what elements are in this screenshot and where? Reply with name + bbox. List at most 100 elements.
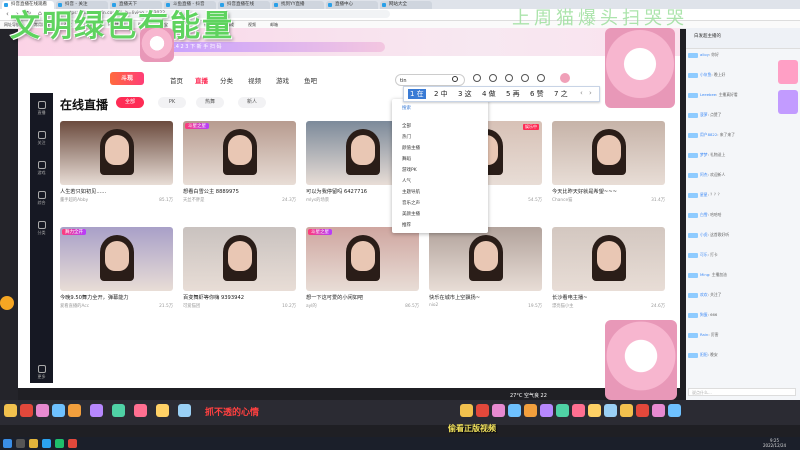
gift-icon[interactable] [556, 404, 569, 417]
gift-icon[interactable] [668, 404, 681, 417]
gift-icon[interactable] [20, 404, 33, 417]
gift-icon[interactable] [4, 404, 17, 417]
card-host[interactable]: 天丝不胖是 [183, 198, 204, 203]
history-icon[interactable] [473, 74, 481, 82]
suggestion-item[interactable]: 美颜主播 [402, 211, 420, 217]
gift-icon[interactable] [492, 404, 505, 417]
gift-icon[interactable] [476, 404, 489, 417]
fan-badge-icon[interactable] [778, 60, 798, 84]
chat-username[interactable]: 星星 [700, 192, 708, 197]
card-title[interactable]: 长沙看电主播~ [552, 294, 665, 301]
stream-thumbnail[interactable] [183, 227, 296, 291]
sidebar-item-game[interactable]: 游戏 [33, 159, 50, 176]
filter-pk[interactable]: PK [158, 97, 186, 108]
suggestion-item[interactable]: 搜索 [402, 105, 411, 111]
gift-icon[interactable] [178, 404, 191, 417]
ime-prev-icon[interactable]: ‹ [580, 89, 583, 97]
chat-username[interactable]: 用户8822 [700, 132, 717, 137]
sidebar-item-general[interactable]: 综合 [33, 189, 50, 206]
stream-card[interactable]: 百变舞虾等你嗨 9393942 可爱猫团 10.2万 [183, 227, 296, 324]
chat-username[interactable]: 阳阳 [700, 352, 708, 357]
stream-thumbnail[interactable]: 斗星之星 [183, 121, 296, 185]
filter-all[interactable]: 全部 [116, 97, 144, 108]
card-host[interactable]: 爱看直播的Acc [60, 304, 89, 309]
chat-username[interactable]: 欢欢 [700, 292, 708, 297]
nav-live[interactable]: 直播 [195, 75, 208, 85]
stream-card[interactable]: 今天比昨天好就是希望~~~ Chance猫 31.4万 [552, 121, 665, 218]
back-icon[interactable]: ‹ [6, 10, 9, 18]
gift-icon[interactable] [636, 404, 649, 417]
gift-icon[interactable] [540, 404, 553, 417]
sidebar-item-more[interactable]: 更多 [33, 363, 50, 380]
card-title[interactable]: 想看白雪公主 8889975 [183, 188, 296, 195]
ime-candidate[interactable]: 3 这 [458, 89, 472, 99]
ime-candidate[interactable]: 5 再 [506, 89, 520, 99]
stream-card[interactable]: 人生若只如初见...... 董手超的Abby 85.1万 [60, 121, 173, 218]
gift-icon[interactable] [90, 404, 103, 417]
chat-username[interactable]: Leeebee [700, 92, 716, 97]
video-app-icon[interactable] [68, 439, 77, 448]
browser-icon[interactable] [42, 439, 51, 448]
nav-category[interactable]: 分类 [220, 75, 233, 85]
gift-icon[interactable] [460, 404, 473, 417]
card-title[interactable]: 想一下这可爱的小闲如吧 [306, 294, 419, 301]
ime-candidate[interactable]: 6 赞 [530, 89, 544, 99]
message-icon[interactable] [505, 74, 513, 82]
search-icon[interactable] [452, 76, 458, 82]
stream-thumbnail[interactable] [552, 121, 665, 185]
download-icon[interactable] [489, 74, 497, 82]
chat-username[interactable]: 可乐 [700, 252, 708, 257]
ime-next-icon[interactable]: › [589, 89, 592, 97]
chat-username[interactable]: alloy [700, 52, 709, 57]
stream-thumbnail[interactable] [552, 227, 665, 291]
browser-tab[interactable]: 找到YY直播 [272, 1, 324, 9]
browser-tab[interactable]: 直播中心 [326, 1, 378, 9]
card-title[interactable]: 快乐在城市上空飘扬~ [429, 294, 542, 301]
chat-username[interactable]: Ming [700, 272, 709, 277]
ime-candidate[interactable]: 1 在 [408, 89, 426, 99]
card-host[interactable]: Chance猫 [552, 198, 572, 203]
upload-icon[interactable] [537, 74, 545, 82]
card-host[interactable]: 可爱猫团 [183, 304, 200, 309]
gift-icon[interactable] [620, 404, 633, 417]
filter-new[interactable]: 新人 [238, 97, 266, 108]
chat-app-icon[interactable] [55, 439, 64, 448]
card-title[interactable]: 百变舞虾等你嗨 9393942 [183, 294, 296, 301]
card-host[interactable]: mlys的场景 [306, 198, 329, 203]
suggestion-item[interactable]: 音乐之声 [402, 200, 420, 206]
nav-fishbar[interactable]: 鱼吧 [304, 75, 317, 85]
filter-dance[interactable]: 热舞 [196, 97, 224, 108]
card-host[interactable]: 董手超的Abby [60, 198, 88, 203]
ime-candidate[interactable]: 4 做 [482, 89, 496, 99]
gift-icon[interactable] [572, 404, 585, 417]
stream-card[interactable]: 斗星之星 想一下这可爱的小闲如吧 ayl的 86.5万 [306, 227, 419, 324]
gift-icon[interactable] [52, 404, 65, 417]
sidebar-item-follow[interactable]: 关注 [33, 129, 50, 146]
suggestion-item[interactable]: 人气 [402, 178, 411, 184]
suggestion-item[interactable]: 全部 [402, 123, 411, 129]
explorer-icon[interactable] [29, 439, 38, 448]
suggestion-item[interactable]: 游戏PK [402, 167, 417, 173]
stream-card[interactable]: 舞力全开 今晚9.50舞力全开，弹幕能力 爱看直播的Acc 21.5万 [60, 227, 173, 324]
gift-icon[interactable] [112, 404, 125, 417]
stream-thumbnail[interactable]: 斗星之星 [306, 227, 419, 291]
nav-home[interactable]: 首页 [170, 75, 183, 85]
card-host[interactable]: nio2 [429, 303, 438, 308]
chat-username[interactable]: 梦梦 [700, 152, 708, 157]
card-host[interactable]: 漂亮猫小主 [552, 304, 573, 309]
site-logo[interactable]: 斗现 [110, 72, 144, 85]
nav-game[interactable]: 游戏 [276, 75, 289, 85]
bookmark-item[interactable]: 视频 [248, 21, 256, 28]
gift-icon[interactable] [68, 404, 81, 417]
gift-icon[interactable] [36, 404, 49, 417]
gift-icon[interactable] [156, 404, 169, 417]
stream-card[interactable]: 斗星之星 想看白雪公主 8889975 天丝不胖是 24.3万 [183, 121, 296, 218]
gift-icon[interactable] [524, 404, 537, 417]
chat-username[interactable]: 狗蛋 [700, 312, 708, 317]
stream-thumbnail[interactable]: 舞力全开 [60, 227, 173, 291]
suggestion-item[interactable]: 舞蹈 [402, 156, 411, 162]
avatar[interactable] [560, 73, 570, 83]
browser-tab[interactable]: 网站大全 [380, 1, 432, 9]
stream-thumbnail[interactable] [60, 121, 173, 185]
search-taskbar-icon[interactable] [16, 439, 25, 448]
